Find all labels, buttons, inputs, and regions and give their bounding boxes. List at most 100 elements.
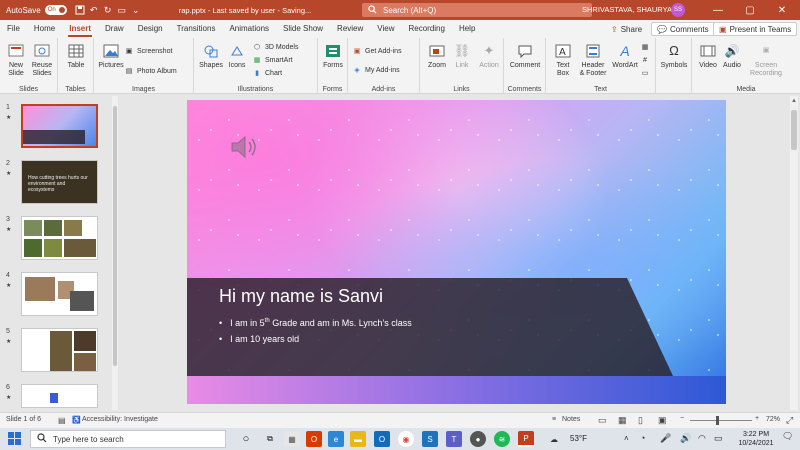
- tab-insert[interactable]: Insert: [62, 20, 98, 38]
- zoom-out-button[interactable]: −: [680, 415, 684, 422]
- edge-icon[interactable]: e: [328, 431, 344, 447]
- new-slide-button[interactable]: New Slide: [4, 42, 28, 78]
- volume-icon[interactable]: 🔊: [680, 433, 691, 444]
- tab-animations[interactable]: Animations: [222, 20, 276, 38]
- pictures-button[interactable]: Pictures: [98, 42, 124, 70]
- thumbnail-slide-2[interactable]: How cutting trees hurts our environment …: [21, 160, 98, 204]
- reuse-slides-button[interactable]: Reuse Slides: [29, 42, 55, 78]
- thumbnail-slide-1[interactable]: [21, 104, 98, 148]
- redo-icon[interactable]: ↻: [101, 3, 115, 17]
- zoom-button[interactable]: Zoom: [424, 42, 450, 70]
- customize-quick-access-icon[interactable]: ⌄: [129, 3, 143, 17]
- screenshot-button[interactable]: ▣ Screenshot: [124, 46, 173, 56]
- chart-button[interactable]: ▮ Chart: [252, 68, 282, 78]
- photo-album-button[interactable]: ▤ Photo Album: [124, 66, 177, 76]
- cortana-icon[interactable]: ○: [238, 431, 254, 447]
- thumbnail-slide-3[interactable]: [21, 216, 98, 260]
- tab-draw[interactable]: Draw: [98, 20, 131, 38]
- slide-sorter-icon[interactable]: ▦: [618, 415, 627, 426]
- autosave-toggle[interactable]: On: [44, 5, 67, 15]
- tab-home[interactable]: Home: [27, 20, 62, 38]
- speaker-icon[interactable]: [229, 134, 259, 160]
- tab-transitions[interactable]: Transitions: [170, 20, 223, 38]
- maximize-button[interactable]: ▢: [736, 0, 764, 20]
- scroll-up-icon[interactable]: ▲: [791, 98, 797, 106]
- share-button[interactable]: ⇪ Share: [606, 22, 647, 36]
- editor-scrollbar[interactable]: ▲: [790, 96, 798, 410]
- audio-button[interactable]: 🔊 Audio: [720, 42, 744, 70]
- windows-start-icon[interactable]: [8, 432, 22, 448]
- powerpoint-icon[interactable]: P: [518, 431, 534, 447]
- autosave-control[interactable]: AutoSave On: [6, 5, 67, 15]
- symbols-button[interactable]: Ω Symbols: [658, 42, 690, 70]
- present-in-teams-button[interactable]: ▣ Present in Teams: [713, 22, 798, 36]
- shapes-button[interactable]: Shapes: [198, 42, 224, 70]
- comment-button[interactable]: Comment: [508, 42, 542, 70]
- thumbnail-slide-4[interactable]: [21, 272, 98, 316]
- present-icon[interactable]: ▭: [115, 3, 129, 17]
- wordart-button[interactable]: A WordArt: [610, 42, 640, 70]
- bullet-item[interactable]: • I am 10 years old: [219, 334, 299, 344]
- notifications-icon[interactable]: 🗨: [782, 431, 796, 447]
- smartart-button[interactable]: ▦ SmartArt: [252, 55, 293, 65]
- date-time-button[interactable]: ▦: [640, 42, 650, 52]
- close-button[interactable]: ✕: [768, 0, 796, 20]
- avatar[interactable]: SS: [671, 3, 685, 17]
- tab-recording[interactable]: Recording: [401, 20, 451, 38]
- slide-canvas[interactable]: Hi my name is Sanvi • I am in 5th Grade …: [187, 100, 726, 404]
- teams-icon[interactable]: T: [446, 431, 462, 447]
- office-icon[interactable]: O: [306, 431, 322, 447]
- weather-temperature[interactable]: 53°F: [570, 434, 587, 443]
- task-view-icon[interactable]: ⧉: [262, 431, 278, 447]
- tab-view[interactable]: View: [370, 20, 401, 38]
- app-icon[interactable]: S: [422, 431, 438, 447]
- file-explorer-icon[interactable]: ▬: [350, 431, 366, 447]
- thumbnail-slide-6[interactable]: [21, 384, 98, 408]
- forms-button[interactable]: Forms: [320, 42, 346, 70]
- icons-button[interactable]: Icons: [226, 42, 248, 70]
- video-button[interactable]: Video: [696, 42, 720, 70]
- link-button[interactable]: ⛓ Link: [450, 42, 474, 70]
- language-icon[interactable]: ▭: [714, 433, 723, 444]
- taskbar-search-box[interactable]: Type here to search: [30, 430, 226, 448]
- tab-design[interactable]: Design: [131, 20, 170, 38]
- 3d-models-button[interactable]: ⬡ 3D Models: [252, 42, 299, 52]
- tab-file[interactable]: File: [0, 20, 27, 38]
- get-addins-button[interactable]: ▣ Get Add-ins: [352, 46, 402, 56]
- widgets-icon[interactable]: ▦: [284, 431, 300, 447]
- minimize-button[interactable]: —: [704, 0, 732, 20]
- clock[interactable]: 3:22 PM 10/24/2021: [734, 430, 778, 448]
- microphone-icon[interactable]: 🎤: [660, 433, 671, 444]
- spellcheck-icon[interactable]: ▤: [58, 416, 66, 425]
- bullet-item[interactable]: • I am in 5th Grade and am in Ms. Lynch’…: [219, 318, 412, 328]
- outlook-icon[interactable]: O: [374, 431, 390, 447]
- tab-review[interactable]: Review: [330, 20, 370, 38]
- network-icon[interactable]: ◔: [640, 433, 645, 443]
- normal-view-icon[interactable]: ▭: [598, 415, 607, 426]
- action-button[interactable]: ✦ Action: [476, 42, 502, 70]
- wifi-icon[interactable]: ◠: [698, 433, 706, 444]
- table-button[interactable]: Table: [64, 42, 88, 70]
- screen-recording-button[interactable]: ▣ Screen Recording: [746, 42, 786, 78]
- undo-icon[interactable]: ↶: [87, 3, 101, 17]
- header-footer-button[interactable]: Header & Footer: [576, 42, 610, 78]
- tab-help[interactable]: Help: [452, 20, 482, 38]
- zoom-in-button[interactable]: +: [755, 415, 759, 422]
- slideshow-view-icon[interactable]: ▣: [658, 415, 667, 426]
- thumbnail-slide-5[interactable]: [21, 328, 98, 372]
- tab-slide-show[interactable]: Slide Show: [276, 20, 330, 38]
- scrollbar-thumb[interactable]: [113, 106, 117, 366]
- notes-button[interactable]: Notes: [562, 416, 580, 423]
- slide-number-button[interactable]: #: [640, 55, 650, 65]
- zoom-slider-handle[interactable]: [716, 416, 719, 425]
- save-icon[interactable]: [73, 3, 87, 17]
- chrome-icon[interactable]: ◉: [398, 431, 414, 447]
- weather-icon[interactable]: ☁: [546, 431, 562, 447]
- app-icon[interactable]: ●: [470, 431, 486, 447]
- slide-title[interactable]: Hi my name is Sanvi: [219, 286, 383, 307]
- scrollbar-thumb[interactable]: [791, 110, 797, 150]
- comments-button[interactable]: 💬 Comments: [651, 22, 715, 36]
- accessibility-status[interactable]: Accessibility: Investigate: [82, 416, 158, 423]
- text-box-button[interactable]: A Text Box: [550, 42, 576, 78]
- show-hidden-icons-icon[interactable]: ˄: [624, 434, 629, 443]
